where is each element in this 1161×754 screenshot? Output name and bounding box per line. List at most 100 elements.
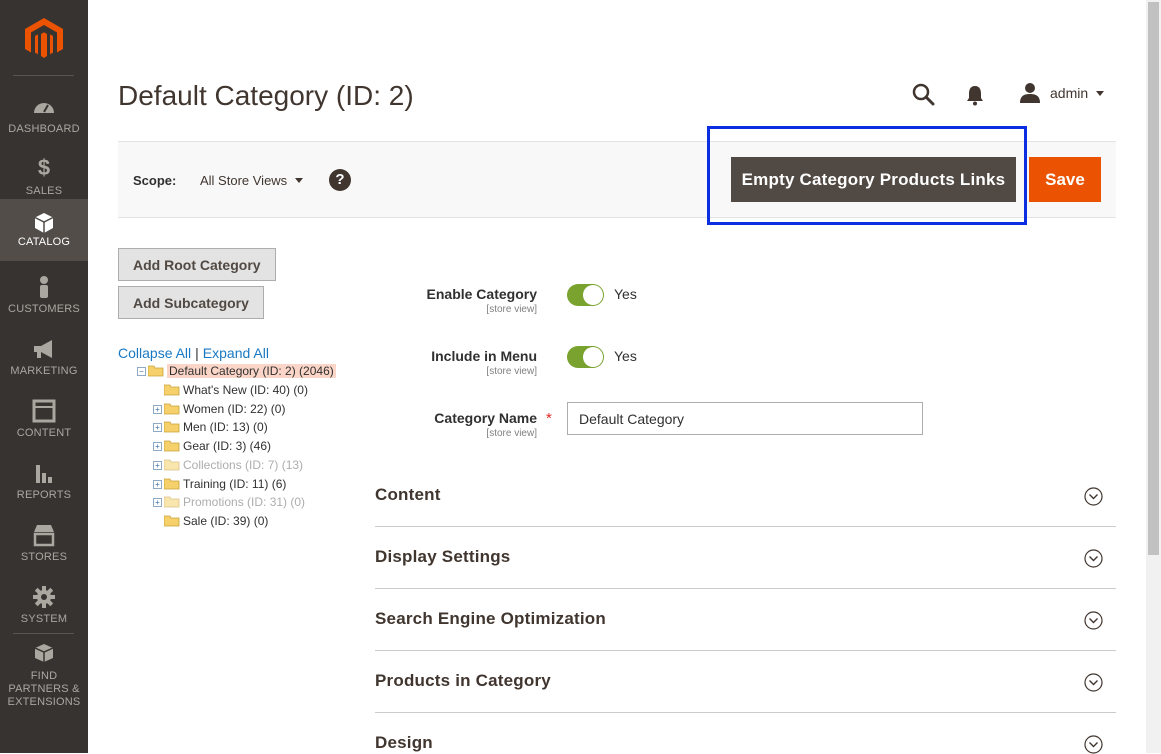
save-button[interactable]: Save [1029,157,1101,202]
search-icon[interactable] [911,82,935,106]
field-label: Enable Category [426,286,537,302]
sidebar-item-reports[interactable]: REPORTS [0,453,88,515]
sidebar-item-label: MARKETING [10,365,78,377]
tree-node-label: Training (ID: 11) (6) [183,477,287,491]
user-name: admin [1050,85,1089,101]
tree-node[interactable]: + Promotions (ID: 31) (0) [153,493,305,511]
field-scope: [store view] [486,366,537,377]
folder-icon [164,459,180,471]
tree-node[interactable]: + Women (ID: 22) (0) [153,400,285,418]
tree-node-label: Default Category (ID: 2) (2046) [167,364,336,378]
sidebar-item-dashboard[interactable]: DASHBOARD [0,87,88,149]
section-title: Display Settings [375,547,511,566]
collapse-all-link[interactable]: Collapse All [118,345,191,361]
section-products-in-category[interactable]: Products in Category [375,651,1116,713]
enable-category-toggle[interactable] [567,284,604,306]
scope-value: All Store Views [200,173,288,188]
chevron-down-icon [1084,611,1103,630]
enable-category-field: Enable Category [store view] Yes [375,284,1115,324]
help-icon[interactable]: ? [329,169,351,191]
sidebar-item-label: FIND PARTNERS & EXTENSIONS [7,670,81,708]
sidebar-item-label: STORES [20,551,68,563]
user-icon [1020,83,1040,103]
scope-switcher[interactable]: All Store Views [200,173,304,188]
sidebar-item-system[interactable]: SYSTEM [0,577,88,639]
expand-toggle-icon[interactable]: + [153,422,162,432]
tree-node-label: Men (ID: 13) (0) [183,420,268,434]
admin-sidebar: DASHBOARD $ SALES CATALOG CUSTOMERS MARK… [0,0,88,753]
section-content[interactable]: Content [375,465,1116,527]
person-icon [40,276,48,298]
sidebar-item-marketing[interactable]: MARKETING [0,329,88,391]
storefront-icon [33,525,55,547]
caret-down-icon [295,178,304,183]
tree-node[interactable]: + Men (ID: 13) (0) [153,418,268,436]
section-design[interactable]: Design [375,713,1116,754]
tree-node-label: Women (ID: 22) (0) [183,402,286,416]
user-menu[interactable]: admin [1018,81,1105,105]
sidebar-item-label: CATALOG [17,236,71,248]
tree-node[interactable]: What's New (ID: 40) (0) [164,381,308,399]
bell-icon[interactable] [964,84,986,106]
folder-icon [164,478,180,490]
chevron-down-icon [1084,673,1103,692]
section-display-settings[interactable]: Display Settings [375,527,1116,589]
required-marker: * [546,410,552,427]
expand-all-link[interactable]: Expand All [203,345,269,361]
scope-label: Scope: [133,173,177,188]
tree-node[interactable]: Sale (ID: 39) (0) [164,512,268,530]
tree-node-label: Gear (ID: 3) (46) [183,439,272,453]
folder-icon [164,440,180,452]
collapse-toggle-icon[interactable]: − [137,366,146,376]
expand-toggle-icon[interactable]: + [153,479,162,489]
expand-toggle-icon[interactable]: + [153,497,162,507]
caret-down-icon [1096,90,1105,96]
tree-node[interactable]: + Collections (ID: 7) (13) [153,456,303,474]
magento-logo[interactable] [25,18,63,58]
page-scrollbar[interactable] [1146,0,1161,753]
field-label: Category Name [434,410,537,426]
dollar-icon: $ [37,155,51,180]
add-root-category-button[interactable]: Add Root Category [118,248,276,281]
sidebar-item-content[interactable]: CONTENT [0,391,88,453]
tree-controls: Collapse All | Expand All [118,345,269,361]
gear-icon [33,586,55,608]
sidebar-item-extensions[interactable]: FIND PARTNERS & EXTENSIONS [0,639,88,708]
sidebar-item-stores[interactable]: STORES [0,515,88,577]
field-scope: [store view] [486,428,537,439]
expand-toggle-icon[interactable]: + [153,441,162,451]
megaphone-icon [34,340,52,358]
expand-toggle-icon[interactable]: + [153,404,162,414]
toggle-knob [583,347,603,367]
highlight-box [707,126,1027,225]
sidebar-item-label: DASHBOARD [8,123,80,135]
folder-icon [164,421,180,433]
sidebar-item-label: CONTENT [16,427,72,439]
folder-icon [164,515,180,527]
include-in-menu-toggle[interactable] [567,346,604,368]
sidebar-item-catalog[interactable]: CATALOG [0,199,88,261]
sidebar-item-customers[interactable]: CUSTOMERS [0,267,88,329]
folder-icon [164,403,180,415]
cubes-icon [34,644,54,662]
sidebar-item-label: SYSTEM [20,613,68,625]
page-title: Default Category (ID: 2) [118,80,414,111]
sidebar-item-label: SALES [25,185,63,197]
add-subcategory-button[interactable]: Add Subcategory [118,286,264,319]
tree-node[interactable]: + Gear (ID: 3) (46) [153,437,271,455]
toggle-knob [583,285,603,305]
category-name-input[interactable]: Default Category [567,402,923,435]
sidebar-divider [13,75,74,76]
box-icon [34,213,54,233]
category-name-field: Category Name [store view] * Default Cat… [375,402,1115,442]
sidebar-item-label: CUSTOMERS [8,303,80,315]
bar-chart-icon [36,465,52,483]
tree-node-default-category[interactable]: − Default Category (ID: 2) (2046) [137,362,336,380]
expand-toggle-icon[interactable]: + [153,460,162,470]
chevron-down-icon [1084,735,1103,754]
scrollbar-thumb[interactable] [1148,2,1159,555]
section-title: Design [375,733,433,752]
section-seo[interactable]: Search Engine Optimization [375,589,1116,651]
sidebar-divider [13,633,74,634]
tree-node[interactable]: + Training (ID: 11) (6) [153,475,286,493]
